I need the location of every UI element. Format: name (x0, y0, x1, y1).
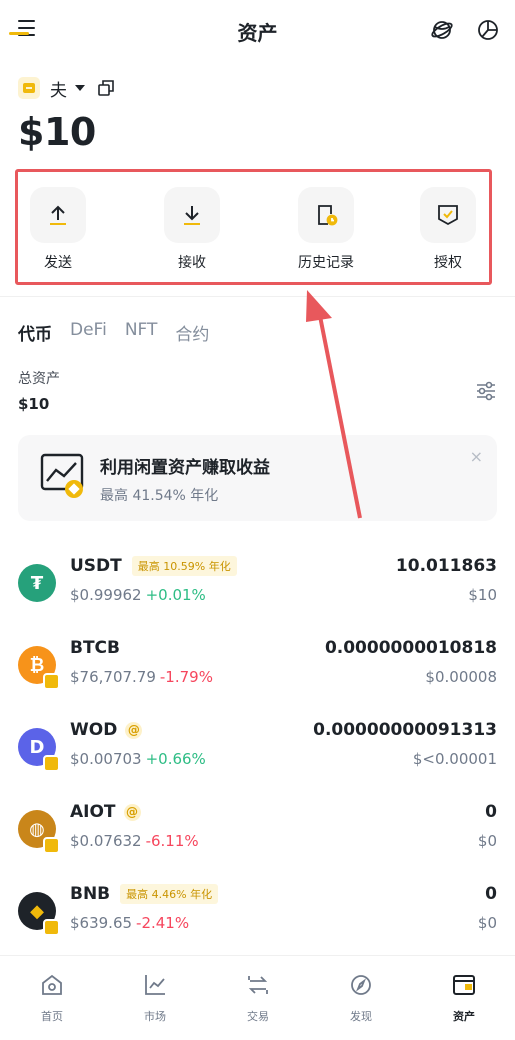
at-mention-icon: @ (125, 721, 143, 739)
close-icon[interactable]: × (470, 447, 483, 466)
nav-label: 资产 (453, 1010, 475, 1023)
market-chart-icon (145, 975, 165, 995)
asset-amount: 10.011863 (395, 556, 497, 576)
authorize-label: 授权 (434, 255, 462, 271)
wod-coin-icon: D (18, 728, 60, 772)
asset-symbol: USDT (70, 556, 122, 576)
filter-sliders-icon[interactable] (474, 380, 498, 402)
asset-amount: 0 (485, 802, 497, 822)
trade-icon (248, 976, 268, 994)
asset-change: -1.79% (159, 668, 213, 686)
bnb-chain-badge-icon (43, 755, 60, 772)
authorize-button[interactable]: 授权 (408, 187, 488, 272)
asset-value: $0.00008 (425, 668, 497, 686)
divider (0, 296, 515, 297)
nav-market[interactable]: 市场 (119, 972, 191, 1024)
nav-home[interactable]: 首页 (16, 972, 88, 1024)
bottom-nav: 首页 市场 交易 发现 资产 (0, 955, 515, 1040)
assets-wallet-icon (453, 975, 475, 995)
send-label: 发送 (44, 255, 72, 271)
at-mention-icon: @ (123, 803, 141, 821)
nav-label: 发现 (350, 1010, 372, 1023)
wallet-selector[interactable]: 夫 (18, 76, 115, 101)
receive-icon (164, 187, 220, 243)
asset-price: $0.07632 (70, 832, 142, 850)
history-button[interactable]: 历史记录 (286, 187, 366, 272)
asset-change: -2.41% (136, 914, 190, 932)
asset-value: $0 (477, 832, 497, 850)
tab-tokens[interactable]: 代币 (18, 320, 52, 345)
asset-price: $0.00703 (70, 750, 142, 768)
send-button[interactable]: 发送 (18, 187, 98, 272)
asset-row-btcb[interactable]: ₿ BTCB $76,707.79 -1.79% 0.0000000010818 … (0, 632, 515, 702)
total-balance: $10 (18, 110, 96, 154)
asset-amount: 0.00000000091313 (313, 720, 497, 740)
top-bar: 资产 (0, 0, 515, 62)
total-assets-label: 总资产 (18, 371, 60, 387)
promo-title: 利用闲置资产赚取收益 (100, 458, 270, 478)
bnb-chain-badge-icon (43, 673, 60, 690)
copy-icon[interactable] (97, 79, 115, 97)
active-tab-indicator (9, 32, 29, 35)
nav-label: 首页 (41, 1010, 63, 1023)
wallet-icon (18, 77, 40, 99)
home-icon (42, 974, 62, 995)
asset-amount: 0 (485, 884, 497, 904)
asset-amount: 0.0000000010818 (324, 638, 497, 658)
bnb-chain-badge-icon (43, 919, 60, 936)
asset-symbol: AIOT (70, 802, 116, 822)
history-label: 历史记录 (298, 255, 354, 271)
bnb-chain-badge-icon (43, 837, 60, 854)
earn-chart-icon (40, 453, 84, 498)
authorize-icon (420, 187, 476, 243)
asset-value: $<0.00001 (412, 750, 497, 768)
aiot-coin-icon: ◍ (18, 810, 60, 854)
asset-symbol: BNB (70, 884, 111, 904)
total-assets-value: $10 (18, 395, 50, 413)
asset-row-usdt[interactable]: ₮ USDT 最高 10.59% 年化 $0.99962 +0.01% 10.01… (0, 550, 515, 620)
usdt-coin-icon: ₮ (18, 564, 58, 604)
asset-value: $10 (468, 586, 497, 604)
btcb-coin-icon: ₿ (18, 646, 60, 690)
wallet-name: 夫 (50, 80, 67, 101)
tab-defi[interactable]: DeFi (70, 320, 107, 345)
nav-assets[interactable]: 资产 (428, 972, 500, 1024)
quick-actions: 发送 接收 历史记录 授权 (15, 169, 492, 285)
discover-icon (351, 975, 371, 995)
send-icon (30, 187, 86, 243)
asset-tabs: 代币 DeFi NFT 合约 (18, 320, 227, 345)
earn-promo-banner[interactable]: 利用闲置资产赚取收益 最高 41.54% 年化 × (18, 435, 497, 521)
asset-row-aiot[interactable]: ◍ AIOT @ $0.07632 -6.11% 0 $0 (0, 796, 515, 866)
asset-change: +0.01% (145, 586, 206, 604)
tab-contracts[interactable]: 合约 (175, 320, 209, 345)
globe-icon[interactable] (430, 18, 454, 42)
receive-label: 接收 (178, 255, 206, 271)
asset-price: $76,707.79 (70, 668, 156, 686)
pie-chart-icon[interactable] (476, 18, 500, 42)
nav-label: 市场 (144, 1010, 166, 1023)
promo-subtitle: 最高 41.54% 年化 (100, 488, 219, 504)
yield-tag: 最高 10.59% 年化 (131, 556, 237, 576)
nav-label: 交易 (247, 1010, 269, 1023)
nav-trade[interactable]: 交易 (222, 972, 294, 1024)
asset-value: $0 (477, 914, 497, 932)
yield-tag: 最高 4.46% 年化 (120, 884, 219, 904)
asset-price: $639.65 (70, 914, 133, 932)
receive-button[interactable]: 接收 (152, 187, 232, 272)
tab-nft[interactable]: NFT (125, 320, 158, 345)
asset-symbol: WOD (70, 720, 118, 740)
asset-row-bnb[interactable]: ◆ BNB 最高 4.46% 年化 $639.65 -2.41% 0 $0 (0, 878, 515, 948)
asset-change: -6.11% (145, 832, 199, 850)
bnb-coin-icon: ◆ (18, 892, 60, 936)
history-icon (298, 187, 354, 243)
asset-row-wod[interactable]: D WOD @ $0.00703 +0.66% 0.00000000091313 … (0, 714, 515, 784)
asset-price: $0.99962 (70, 586, 142, 604)
chevron-down-icon (75, 85, 85, 91)
asset-change: +0.66% (145, 750, 206, 768)
nav-discover[interactable]: 发现 (325, 972, 397, 1024)
asset-symbol: BTCB (70, 638, 120, 658)
